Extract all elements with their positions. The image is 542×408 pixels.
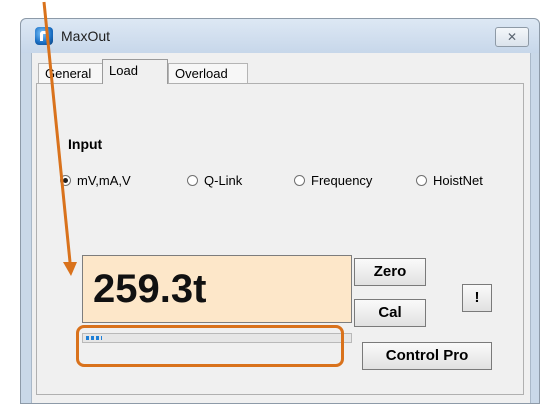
tab-load[interactable]: Load	[102, 59, 168, 84]
annotation-arrow-icon	[42, 1, 77, 276]
annotation-arrow-head	[63, 262, 77, 276]
annotation-arrow-line	[42, 1, 72, 263]
